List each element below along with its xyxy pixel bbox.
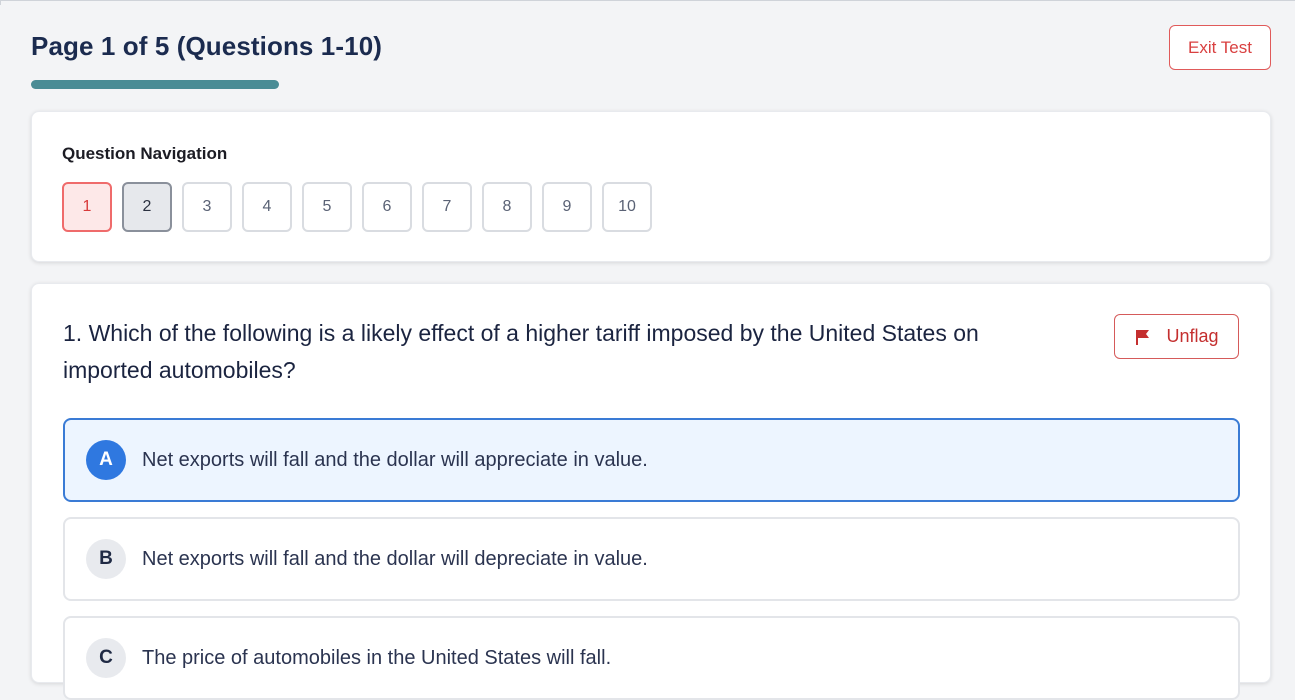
question-nav-button[interactable]: 9 xyxy=(542,182,592,232)
answer-option-c[interactable]: C The price of automobiles in the United… xyxy=(63,616,1240,700)
option-letter-badge: B xyxy=(86,539,126,579)
option-letter-badge: C xyxy=(86,638,126,678)
question-nav-button[interactable]: 6 xyxy=(362,182,412,232)
question-navigation-panel: Question Navigation 1 2 3 4 5 6 7 8 9 10 xyxy=(31,111,1271,262)
page-title: Page 1 of 5 (Questions 1-10) xyxy=(31,31,383,61)
question-nav-button[interactable]: 10 xyxy=(602,182,652,232)
answer-option-b[interactable]: B Net exports will fall and the dollar w… xyxy=(63,517,1240,601)
question-nav-button[interactable]: 8 xyxy=(482,182,532,232)
question-nav-button[interactable]: 4 xyxy=(242,182,292,232)
question-navigation-buttons: 1 2 3 4 5 6 7 8 9 10 xyxy=(62,182,652,232)
question-navigation-title: Question Navigation xyxy=(62,144,228,163)
question-card: 1. Which of the following is a likely ef… xyxy=(31,283,1271,700)
progress-bar xyxy=(31,80,279,89)
exit-test-button[interactable]: Exit Test xyxy=(1169,25,1271,70)
option-text: The price of automobiles in the United S… xyxy=(142,646,612,669)
option-text: Net exports will fall and the dollar wil… xyxy=(142,448,648,471)
unflag-button[interactable]: Unflag xyxy=(1114,314,1239,359)
question-nav-button[interactable]: 3 xyxy=(182,182,232,232)
question-nav-button[interactable]: 5 xyxy=(302,182,352,232)
question-nav-button[interactable]: 1 xyxy=(62,182,112,232)
flag-icon xyxy=(1136,329,1150,345)
option-text: Net exports will fall and the dollar wil… xyxy=(142,547,648,570)
question-text: 1. Which of the following is a likely ef… xyxy=(63,320,979,383)
question-nav-button[interactable]: 7 xyxy=(422,182,472,232)
option-letter-badge: A xyxy=(86,440,126,480)
test-page: Page 1 of 5 (Questions 1-10) Exit Test Q… xyxy=(0,5,1295,700)
answer-option-a[interactable]: A Net exports will fall and the dollar w… xyxy=(63,418,1240,502)
unflag-label: Unflag xyxy=(1166,326,1219,346)
question-nav-button[interactable]: 2 xyxy=(122,182,172,232)
